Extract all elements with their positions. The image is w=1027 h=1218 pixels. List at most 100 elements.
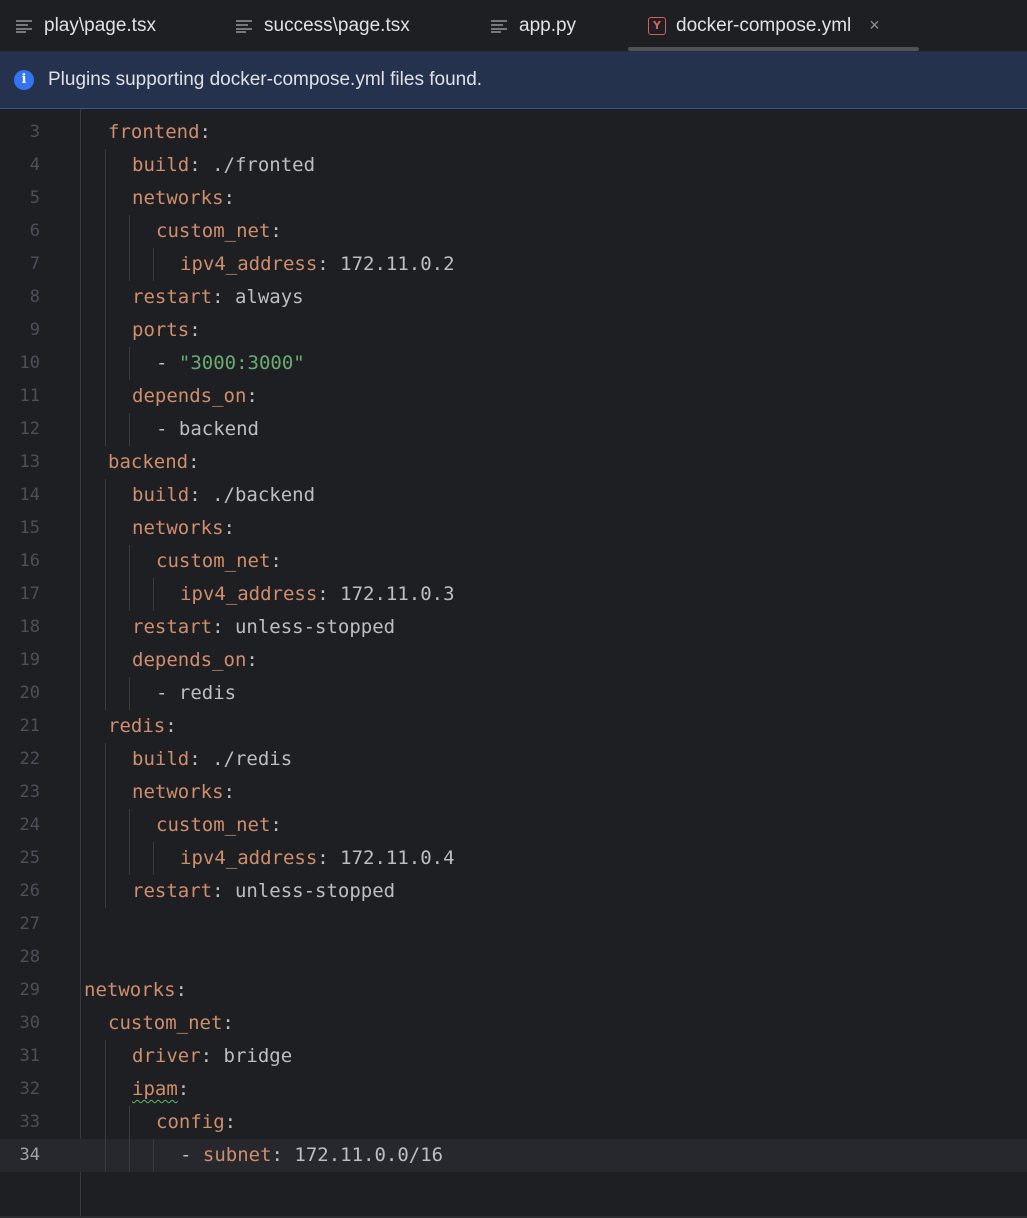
code-text: networks: (132, 187, 235, 209)
code-line[interactable]: 9 ports: (0, 314, 1027, 347)
code-line[interactable]: 17 ipv4_address: 172.11.0.3 (0, 578, 1027, 611)
code-line[interactable]: 5 networks: (0, 182, 1027, 215)
indent-guide (105, 512, 106, 545)
indent-guide (105, 578, 106, 611)
indent-guide (153, 248, 154, 281)
line-number: 32 (19, 1079, 40, 1099)
code-line[interactable]: 7 ipv4_address: 172.11.0.2 (0, 248, 1027, 281)
indent-guide (129, 842, 130, 875)
code-text: ipv4_address: 172.11.0.3 (180, 583, 455, 605)
close-icon[interactable]: × (869, 15, 880, 36)
code-text: custom_net: (156, 220, 282, 242)
line-number: 15 (19, 518, 40, 538)
code-text: ipv4_address: 172.11.0.2 (180, 253, 455, 275)
indent-guide (105, 1106, 106, 1139)
code-line[interactable]: 30 custom_net: (0, 1007, 1027, 1040)
code-line[interactable]: 24 custom_net: (0, 809, 1027, 842)
indent-guide (129, 215, 130, 248)
code-line[interactable]: 19 depends_on: (0, 644, 1027, 677)
code-line[interactable]: 15 networks: (0, 512, 1027, 545)
code-line[interactable]: 22 build: ./redis (0, 743, 1027, 776)
code-text: restart: unless-stopped (132, 616, 396, 638)
indent-guide (129, 1139, 130, 1172)
code-text: custom_net: (108, 1012, 234, 1034)
code-text: ipv4_address: 172.11.0.4 (180, 847, 455, 869)
tab-docker-compose[interactable]: Y docker-compose.yml × (628, 0, 919, 51)
tab-play-page[interactable]: play\page.tsx (16, 0, 156, 51)
code-line[interactable]: 4 build: ./fronted (0, 149, 1027, 182)
code-text: depends_on: (132, 385, 258, 407)
indent-guide (129, 545, 130, 578)
code-line[interactable]: 31 driver: bridge (0, 1040, 1027, 1073)
code-text: networks: (132, 517, 235, 539)
indent-guide (105, 875, 106, 908)
line-number: 23 (19, 782, 40, 802)
line-number: 25 (19, 848, 40, 868)
code-line[interactable]: 23 networks: (0, 776, 1027, 809)
indent-guide (105, 182, 106, 215)
code-line[interactable]: 32 ipam: (0, 1073, 1027, 1106)
code-line[interactable]: 10 - "3000:3000" (0, 347, 1027, 380)
indent-guide (105, 545, 106, 578)
line-number: 10 (19, 353, 40, 373)
text-file-icon (16, 19, 34, 33)
code-line[interactable]: 20 - redis (0, 677, 1027, 710)
line-number: 22 (19, 749, 40, 769)
code-line[interactable]: 18 restart: unless-stopped (0, 611, 1027, 644)
indent-guide (153, 578, 154, 611)
code-line[interactable]: 27 (0, 908, 1027, 941)
indent-guide (129, 809, 130, 842)
indent-guide (105, 413, 106, 446)
line-number: 28 (19, 947, 40, 967)
indent-guide (129, 347, 130, 380)
line-number: 6 (29, 221, 40, 241)
indent-guide (105, 248, 106, 281)
line-number: 24 (19, 815, 40, 835)
indent-guide (105, 776, 106, 809)
indent-guide (105, 479, 106, 512)
line-number: 21 (19, 716, 40, 736)
code-line[interactable]: 14 build: ./backend (0, 479, 1027, 512)
code-editor[interactable]: 3 frontend: 4 build: ./fronted 5 networks: 6 cu… (0, 109, 1027, 1218)
code-text: - "3000:3000" (156, 352, 305, 374)
code-line[interactable]: 13 backend: (0, 446, 1027, 479)
code-line[interactable]: 3 frontend: (0, 116, 1027, 149)
code-line[interactable]: 26 restart: unless-stopped (0, 875, 1027, 908)
indent-guide (105, 743, 106, 776)
code-line[interactable]: 21 redis: (0, 710, 1027, 743)
code-line[interactable]: 6 custom_net: (0, 215, 1027, 248)
tab-success-page[interactable]: success\page.tsx (236, 0, 410, 51)
line-number: 33 (19, 1112, 40, 1132)
code-line[interactable]: 34 - subnet: 172.11.0.0/16 (0, 1139, 1027, 1172)
code-line[interactable]: 33 config: (0, 1106, 1027, 1139)
indent-guide (105, 314, 106, 347)
code-line[interactable]: 25 ipv4_address: 172.11.0.4 (0, 842, 1027, 875)
line-number: 8 (29, 287, 40, 307)
indent-guide (105, 281, 106, 314)
indent-guide (105, 611, 106, 644)
code-text: build: ./redis (132, 748, 293, 770)
line-number: 26 (19, 881, 40, 901)
code-text: frontend: (108, 121, 211, 143)
code-line[interactable]: 28 (0, 941, 1027, 974)
line-number: 13 (19, 452, 40, 472)
code-line[interactable]: 12 - backend (0, 413, 1027, 446)
tab-app-py[interactable]: app.py (491, 0, 576, 51)
line-number: 20 (19, 683, 40, 703)
plugin-notification-banner: i Plugins supporting docker-compose.yml … (0, 52, 1027, 109)
indent-guide (105, 347, 106, 380)
code-line[interactable]: 8 restart: always (0, 281, 1027, 314)
code-text: custom_net: (156, 550, 282, 572)
indent-guide (129, 677, 130, 710)
code-line[interactable]: 11 depends_on: (0, 380, 1027, 413)
code-text: restart: unless-stopped (132, 880, 396, 902)
info-icon: i (14, 70, 34, 90)
line-number: 31 (19, 1046, 40, 1066)
indent-guide (153, 842, 154, 875)
code-line[interactable]: 16 custom_net: (0, 545, 1027, 578)
indent-guide (105, 842, 106, 875)
code-line[interactable]: 29 networks: (0, 974, 1027, 1007)
code-text: redis: (108, 715, 177, 737)
code-text: - backend (156, 418, 259, 440)
text-file-icon (491, 19, 509, 33)
